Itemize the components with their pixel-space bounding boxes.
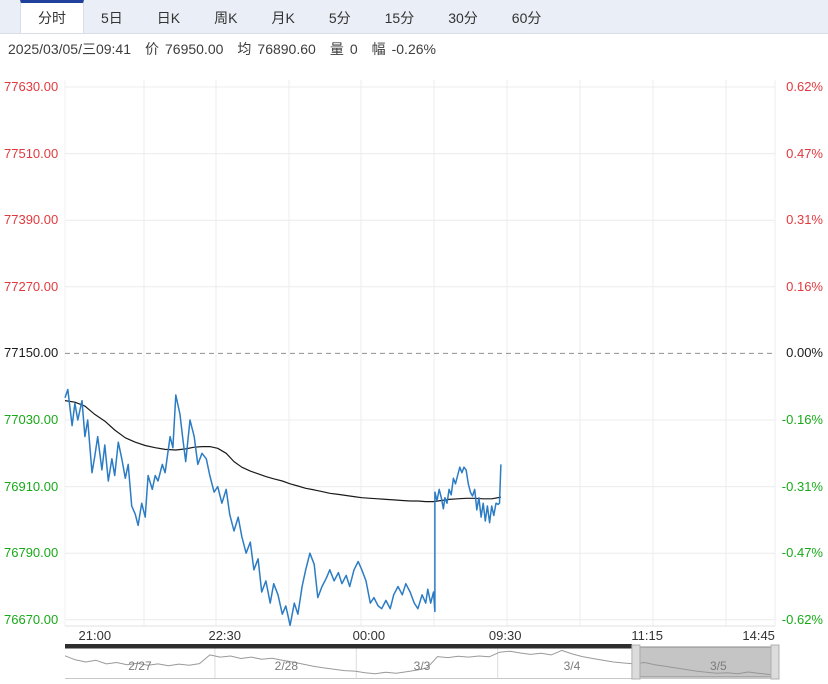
tab-period-5[interactable]: 5分 <box>312 0 368 33</box>
navigator-left-handle[interactable] <box>631 644 641 680</box>
tab-period-3[interactable]: 周K <box>197 0 254 33</box>
tab-fenshi[interactable]: 分时 <box>20 0 84 33</box>
volume-value: 0 <box>349 41 358 57</box>
price-value: 76950.00 <box>165 41 224 57</box>
price-label: 价 <box>145 41 159 57</box>
price-chart-canvas <box>64 80 780 680</box>
navigator-selected-window[interactable] <box>639 646 772 678</box>
change-value: -0.26% <box>391 41 436 57</box>
tab-period-8[interactable]: 60分 <box>495 0 559 33</box>
volume-label: 量 <box>329 41 344 57</box>
tab-period-2[interactable]: 日K <box>140 0 197 33</box>
tab-period-7[interactable]: 30分 <box>431 0 495 33</box>
intraday-chart-app: 分时 5日 日K 周K 月K 5分 15分 30分 60分 2025/03/05/三09:41 … <box>0 0 828 684</box>
period-tab-bar: 分时 5日 日K 周K 月K 5分 15分 30分 60分 <box>0 0 828 34</box>
average-value: 76890.60 <box>257 41 316 57</box>
average-label: 均 <box>237 41 252 57</box>
quote-datetime: 2025/03/05/三09:41 <box>8 41 131 57</box>
quote-status-bar: 2025/03/05/三09:41 价 76950.00 均 76890.60 … <box>0 35 828 63</box>
tab-period-1[interactable]: 5日 <box>84 0 140 33</box>
price-line <box>64 388 502 627</box>
tab-period-6[interactable]: 15分 <box>368 0 432 33</box>
tab-period-4[interactable]: 月K <box>254 0 311 33</box>
navigator-move-bar[interactable] <box>65 644 632 649</box>
navigator-right-handle[interactable] <box>770 644 780 680</box>
change-label: 幅 <box>371 41 386 57</box>
